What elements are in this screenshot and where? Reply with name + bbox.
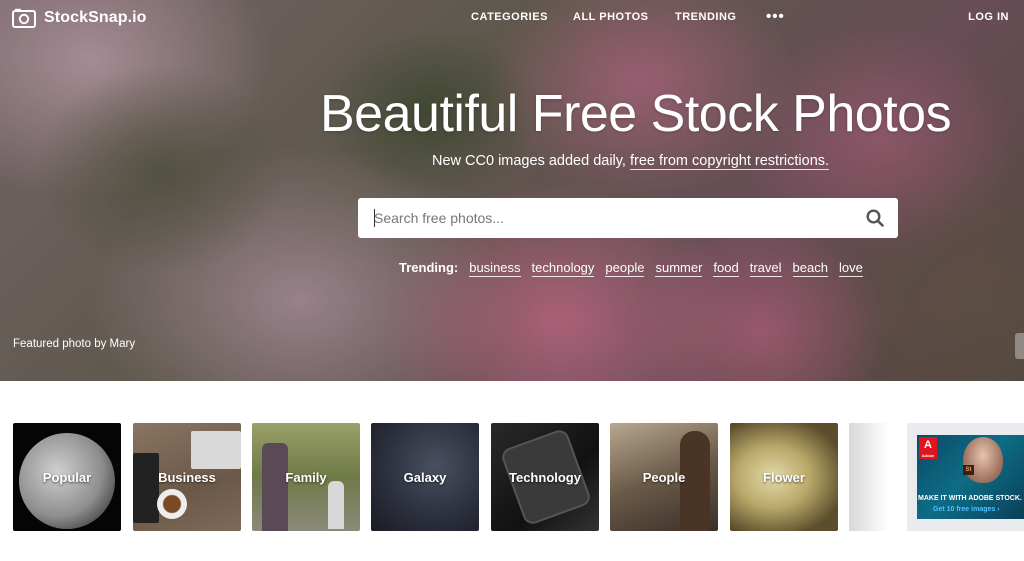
category-technology[interactable]: Technology <box>491 423 599 531</box>
text-caret <box>374 209 375 227</box>
trend-tag-technology[interactable]: technology <box>531 260 595 277</box>
search-icon <box>866 209 884 227</box>
category-label: People <box>642 469 686 485</box>
copyright-link[interactable]: free from copyright restrictions. <box>630 153 830 170</box>
search-bar <box>358 198 898 238</box>
adobe-logo-icon: A Adobe <box>919 437 937 459</box>
login-link[interactable]: LOG IN <box>968 11 1009 23</box>
ad-logo-sub: Adobe <box>921 453 935 458</box>
stock-badge-icon: St <box>963 465 974 475</box>
trend-tag-summer[interactable]: summer <box>655 260 703 277</box>
search-button[interactable] <box>852 198 898 238</box>
category-business[interactable]: Business <box>133 423 241 531</box>
category-label: Technology <box>509 469 581 485</box>
ad-cta[interactable]: Get 10 free images › <box>933 506 1000 513</box>
more-dots-icon[interactable]: ••• <box>766 8 785 25</box>
hero-banner: StockSnap.io CATEGORIES ALL PHOTOS TREND… <box>0 0 1024 381</box>
ad-face-image <box>963 437 1003 483</box>
adobe-stock-ad[interactable]: A Adobe St MAKE IT WITH ADOBE STOCK. Get… <box>907 423 1024 531</box>
trend-tag-business[interactable]: business <box>469 260 521 277</box>
nav-categories[interactable]: CATEGORIES <box>471 11 548 23</box>
camera-logo-icon <box>12 8 36 28</box>
nav-trending[interactable]: TRENDING <box>675 11 736 23</box>
hero-subline: New CC0 images added daily, free from co… <box>432 153 830 170</box>
category-strip: Popular Business Family Galaxy Technolog… <box>13 423 893 531</box>
trending-label: Trending: <box>399 260 459 275</box>
trend-tag-travel[interactable]: travel <box>749 260 782 277</box>
featured-prefix: Featured photo by <box>13 338 107 350</box>
category-label: Galaxy <box>403 469 447 485</box>
trend-tag-food[interactable]: food <box>713 260 739 277</box>
trending-tags: Trending: business technology people sum… <box>399 260 863 277</box>
featured-author-link[interactable]: Mary <box>110 338 136 350</box>
category-popular[interactable]: Popular <box>13 423 121 531</box>
ad-image: A Adobe St MAKE IT WITH ADOBE STOCK. Get… <box>917 435 1024 519</box>
category-family[interactable]: Family <box>252 423 360 531</box>
hero-subline-text: New CC0 images added daily, <box>432 153 630 169</box>
category-people[interactable]: People <box>610 423 718 531</box>
trend-tag-people[interactable]: people <box>605 260 645 277</box>
ad-logo-letter: A <box>924 439 932 451</box>
nav-all-photos[interactable]: ALL PHOTOS <box>573 11 649 23</box>
side-feedback-tab[interactable] <box>1015 333 1024 359</box>
search-input[interactable] <box>358 198 852 238</box>
category-label: Popular <box>42 469 92 485</box>
logo-text: StockSnap.io <box>44 9 147 26</box>
ad-headline: MAKE IT WITH ADOBE STOCK. <box>918 495 1022 502</box>
category-scroll-fade <box>849 423 889 531</box>
hero-headline: Beautiful Free Stock Photos <box>320 85 952 143</box>
category-label: Business <box>158 469 216 485</box>
category-galaxy[interactable]: Galaxy <box>371 423 479 531</box>
category-flower[interactable]: Flower <box>730 423 838 531</box>
logo[interactable]: StockSnap.io <box>12 6 147 30</box>
trend-tag-beach[interactable]: beach <box>792 260 828 277</box>
category-label: Family <box>285 469 327 485</box>
featured-credit: Featured photo by Mary <box>13 338 135 350</box>
category-label: Flower <box>763 469 805 485</box>
trend-tag-love[interactable]: love <box>838 260 863 277</box>
